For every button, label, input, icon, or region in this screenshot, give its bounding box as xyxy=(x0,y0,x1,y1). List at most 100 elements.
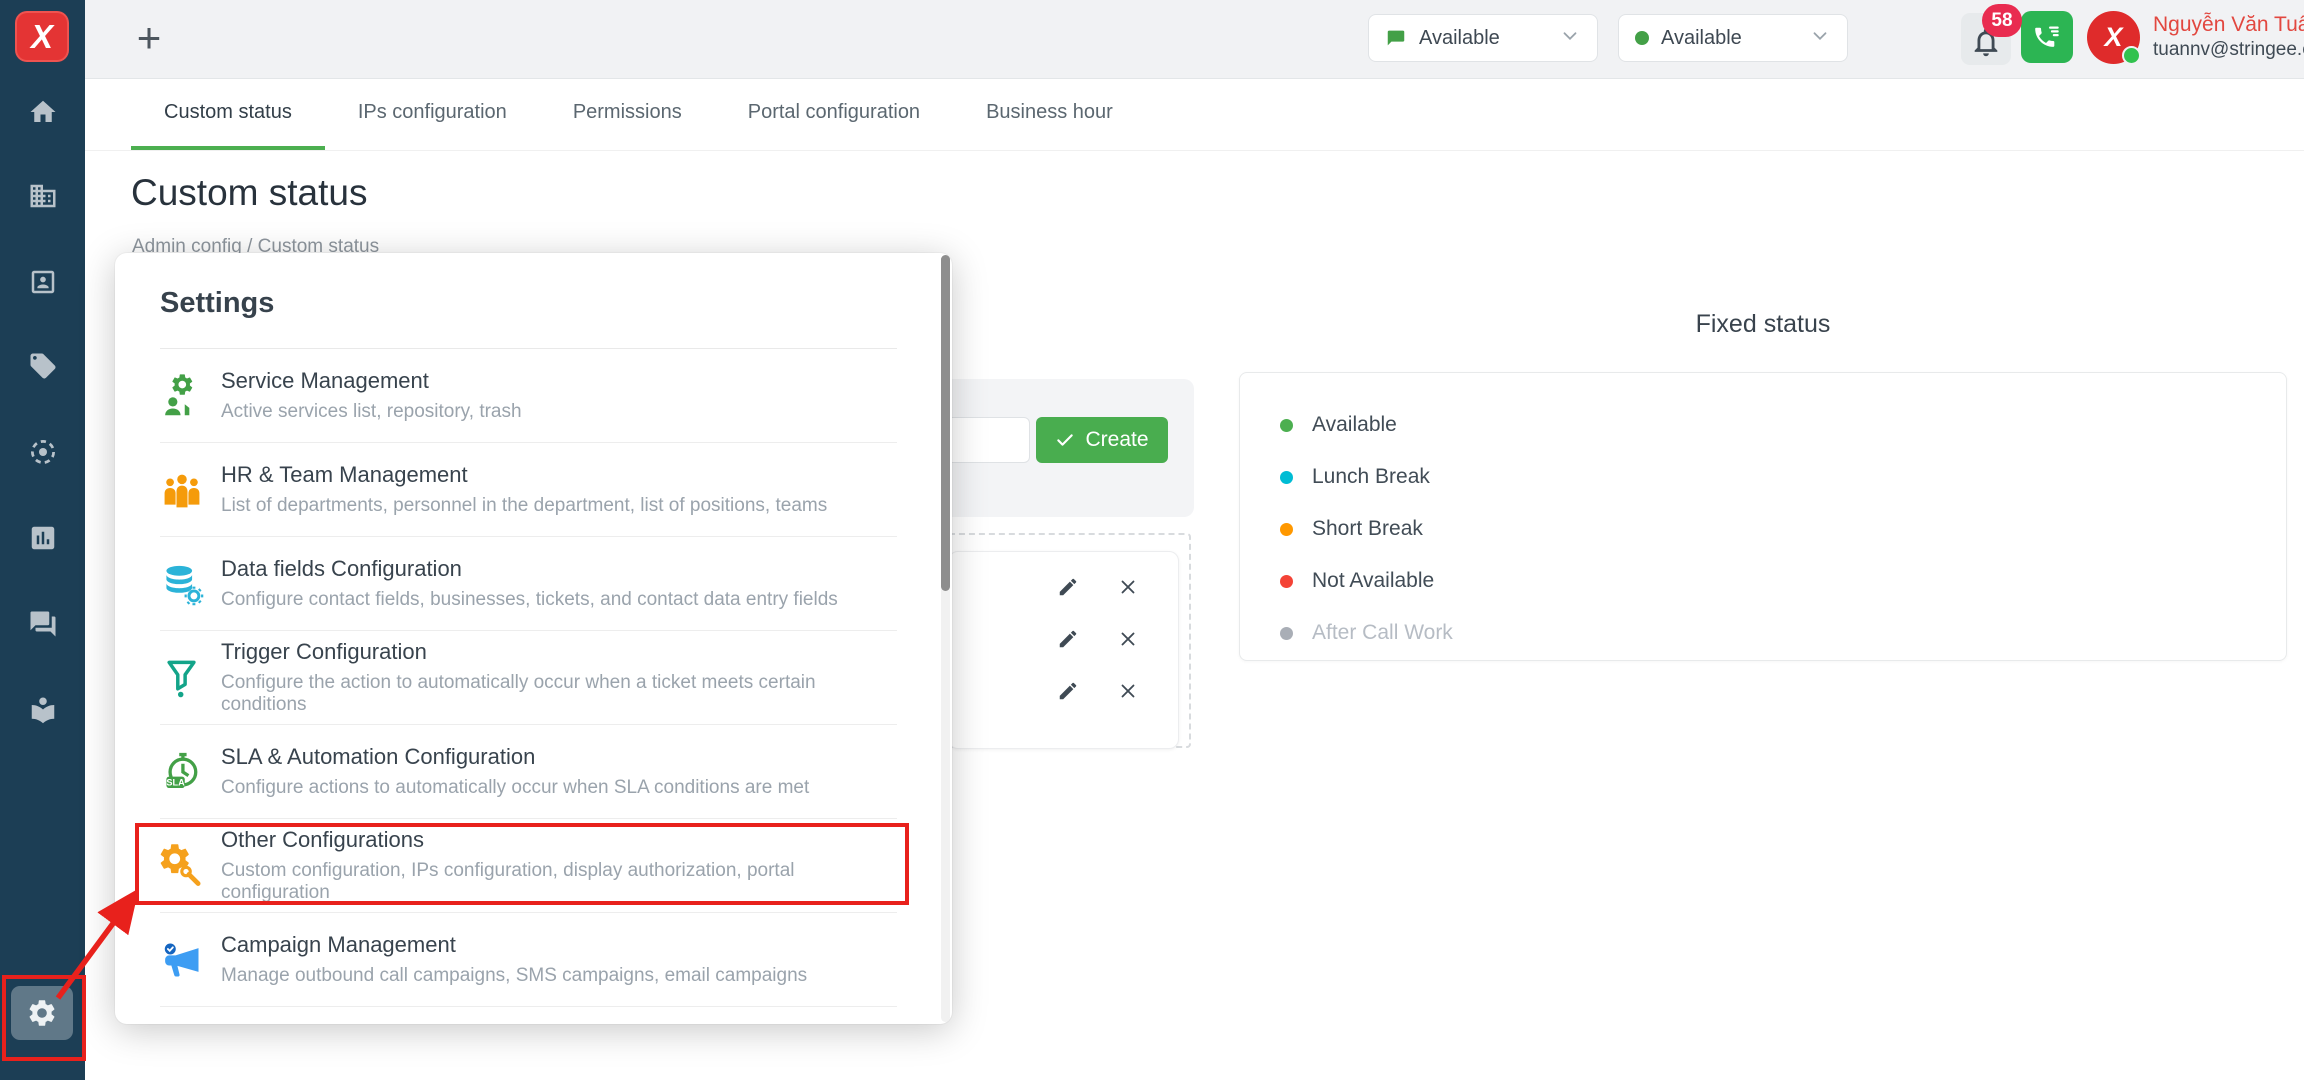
home-icon xyxy=(28,97,58,127)
check-icon xyxy=(1055,430,1075,450)
menu-item-subtitle: Configure contact fields, businesses, ti… xyxy=(221,589,838,611)
menu-item-text: Campaign Management Manage outbound call… xyxy=(221,932,807,987)
contact-card-icon xyxy=(28,267,58,297)
settings-modal-title: Settings xyxy=(160,287,274,320)
sidebar-item-training[interactable] xyxy=(0,695,85,725)
delete-button[interactable] xyxy=(1117,628,1139,655)
status-label: Not Available xyxy=(1312,569,1434,593)
status-dot-icon xyxy=(1280,523,1293,536)
edit-button[interactable] xyxy=(1057,628,1079,655)
user-name: Nguyễn Văn Tuấn xyxy=(2153,12,2304,38)
avatar[interactable]: X xyxy=(2087,11,2140,64)
status-label: After Call Work xyxy=(1312,621,1453,645)
edit-button[interactable] xyxy=(1057,576,1079,603)
fixed-status-card: Available Lunch Break Short Break Not Av… xyxy=(1239,372,2287,661)
status-dot-icon xyxy=(1280,627,1293,640)
call-status-dot-icon xyxy=(1635,31,1649,45)
close-icon xyxy=(1117,628,1139,650)
settings-modal: Settings Service Management Active servi… xyxy=(115,253,952,1024)
trigger-funnel-icon xyxy=(160,656,204,700)
chevron-down-icon xyxy=(1809,25,1831,52)
custom-status-list-card xyxy=(948,551,1179,749)
sidebar-item-organization[interactable] xyxy=(0,181,85,211)
tab-bar: Custom status IPs configuration Permissi… xyxy=(85,78,2304,151)
sidebar-item-chat[interactable] xyxy=(0,609,85,639)
fixed-status-title: Fixed status xyxy=(1239,310,2287,339)
status-label: Short Break xyxy=(1312,517,1423,541)
pencil-icon xyxy=(1057,680,1079,702)
tab-ips-configuration[interactable]: IPs configuration xyxy=(325,78,540,150)
call-button[interactable] xyxy=(2021,11,2073,63)
menu-item-subtitle: Active services list, repository, trash xyxy=(221,401,522,423)
call-status-dropdown[interactable]: Available xyxy=(1618,14,1848,62)
chat-status-icon xyxy=(1385,27,1407,49)
tab-custom-status[interactable]: Custom status xyxy=(131,78,325,150)
chat-status-dropdown[interactable]: Available xyxy=(1368,14,1598,62)
chat-status-value: Available xyxy=(1419,27,1547,50)
app-window: X + Available Available 58 xyxy=(0,0,2304,1080)
chevron-down-icon xyxy=(1559,25,1581,52)
tab-business-hour[interactable]: Business hour xyxy=(953,78,1146,150)
close-icon xyxy=(1117,680,1139,702)
sidebar-item-home[interactable] xyxy=(0,97,85,127)
add-button[interactable]: + xyxy=(131,8,167,68)
tag-icon xyxy=(28,351,58,381)
tab-portal-configuration[interactable]: Portal configuration xyxy=(715,78,953,150)
page-title: Custom status xyxy=(131,172,367,214)
menu-item-title: Campaign Management xyxy=(221,932,807,958)
status-row: Not Available xyxy=(1240,555,2286,607)
call-status-value: Available xyxy=(1661,27,1797,50)
menu-item-title: SLA & Automation Configuration xyxy=(221,744,809,770)
close-icon xyxy=(1117,576,1139,598)
user-menu[interactable]: Nguyễn Văn Tuấn tuannv@stringee.com xyxy=(2153,12,2304,62)
menu-item-title: HR & Team Management xyxy=(221,462,827,488)
modal-scrollbar xyxy=(941,255,950,1022)
database-icon xyxy=(160,562,204,606)
status-row: After Call Work xyxy=(1240,607,2286,659)
menu-item-text: Service Management Active services list,… xyxy=(221,368,522,423)
menu-item-subtitle: List of departments, personnel in the de… xyxy=(221,495,827,517)
settings-menu: Service Management Active services list,… xyxy=(160,349,897,1007)
menu-item-hr-team-management[interactable]: HR & Team Management List of departments… xyxy=(160,443,897,537)
menu-item-text: Data fields Configuration Configure cont… xyxy=(221,556,838,611)
megaphone-icon xyxy=(160,938,204,982)
create-button[interactable]: Create xyxy=(1036,417,1168,463)
sidebar-item-tags[interactable] xyxy=(0,351,85,381)
presence-dot-icon xyxy=(2122,46,2141,65)
avatar-letter: X xyxy=(2104,22,2122,53)
notification-badge: 58 xyxy=(1982,4,2022,37)
menu-item-text: HR & Team Management List of departments… xyxy=(221,462,827,517)
create-button-label: Create xyxy=(1085,428,1148,452)
sidebar-item-reports[interactable] xyxy=(0,523,85,553)
delete-button[interactable] xyxy=(1117,576,1139,603)
menu-item-title: Service Management xyxy=(221,368,522,394)
status-dot-icon xyxy=(1280,471,1293,484)
menu-item-title: Trigger Configuration xyxy=(221,639,897,665)
status-dot-icon xyxy=(1280,419,1293,432)
sidebar-item-target[interactable] xyxy=(0,437,85,467)
brand-logo[interactable]: X xyxy=(17,13,67,60)
menu-item-service-management[interactable]: Service Management Active services list,… xyxy=(160,349,897,443)
chat-bubbles-icon xyxy=(28,609,58,639)
building-icon xyxy=(28,181,58,211)
status-label: Lunch Break xyxy=(1312,465,1430,489)
menu-item-text: SLA & Automation Configuration Configure… xyxy=(221,744,809,799)
user-email: tuannv@stringee.com xyxy=(2153,38,2304,62)
modal-scrollbar-thumb[interactable] xyxy=(941,255,950,591)
pencil-icon xyxy=(1057,576,1079,598)
brand-logo-letter: X xyxy=(31,18,53,56)
delete-button[interactable] xyxy=(1117,680,1139,707)
tab-permissions[interactable]: Permissions xyxy=(540,78,715,150)
sidebar-item-contacts[interactable] xyxy=(0,267,85,297)
menu-item-subtitle: Configure actions to automatically occur… xyxy=(221,777,809,799)
library-icon xyxy=(28,695,58,725)
phone-icon xyxy=(2032,22,2062,52)
plus-icon: + xyxy=(137,14,162,62)
menu-item-trigger-configuration[interactable]: Trigger Configuration Configure the acti… xyxy=(160,631,897,725)
menu-item-data-fields-configuration[interactable]: Data fields Configuration Configure cont… xyxy=(160,537,897,631)
menu-item-sla-automation-configuration[interactable]: SLA SLA & Automation Configuration Confi… xyxy=(160,725,897,819)
annotation-highlight-box xyxy=(135,823,909,905)
edit-button[interactable] xyxy=(1057,680,1079,707)
menu-item-campaign-management[interactable]: Campaign Management Manage outbound call… xyxy=(160,913,897,1007)
status-row: Short Break xyxy=(1240,503,2286,555)
